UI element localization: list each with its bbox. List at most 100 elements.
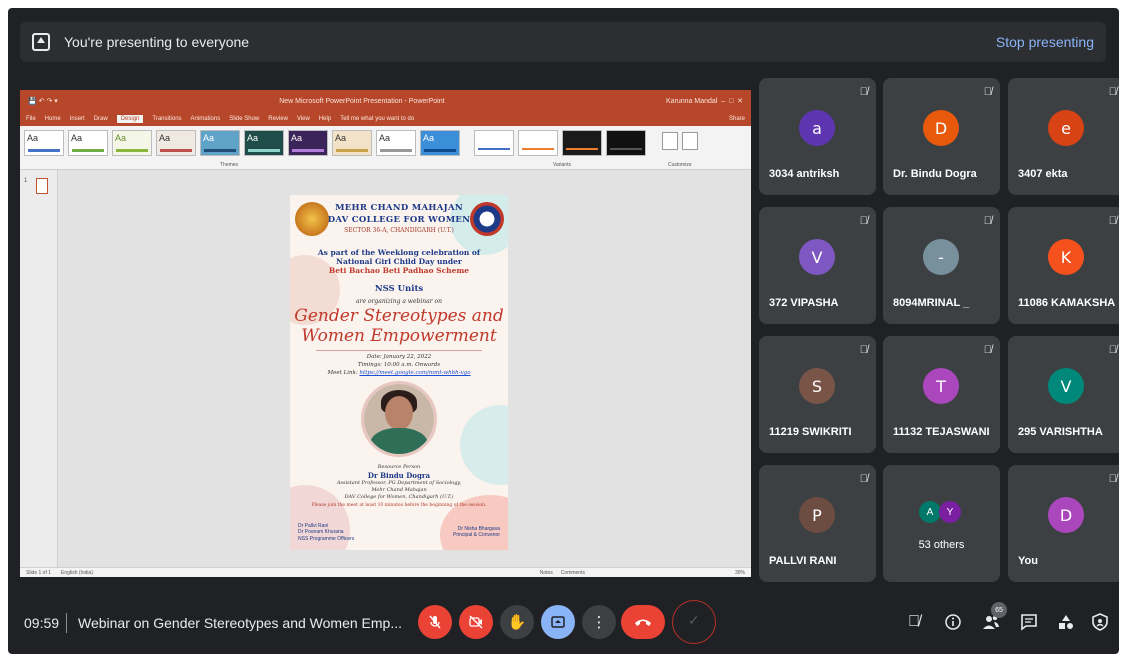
mic-off-icon: 🎙̸ — [859, 215, 868, 227]
poster-meet-link-row: Meet Link: https://meet.google.com/mmt-w… — [290, 370, 508, 376]
participant-name: Dr. Bindu Dogra — [893, 168, 977, 180]
more-options-button[interactable]: ⋮ — [582, 605, 616, 639]
comments-button[interactable]: Comments — [561, 570, 585, 576]
poster-college-line1: MEHR CHAND MAHAJAN — [335, 203, 463, 213]
poster-topic-line1: Gender Stereotypes and — [294, 306, 504, 326]
participant-tile[interactable]: 🎙̸ T 11132 TEJASWANI — [883, 336, 1000, 453]
chat-button[interactable] — [1016, 609, 1042, 635]
participant-tile[interactable]: 🎙̸ V 372 VIPASHA — [759, 207, 876, 324]
meeting-title: Webinar on Gender Stereotypes and Women … — [78, 615, 402, 631]
resource-person-photo — [361, 381, 437, 457]
meet-window: You're presenting to everyone Stop prese… — [8, 8, 1119, 654]
participant-tile[interactable]: 🎙̸ e 3407 ekta — [1008, 78, 1119, 195]
tab-animations[interactable]: Animations — [191, 116, 221, 122]
others-tile[interactable]: A Y 53 others — [883, 465, 1000, 582]
participant-tile[interactable]: 🎙̸ - 8094MRINAL _ — [883, 207, 1000, 324]
meeting-controls-bar: 09:59 Webinar on Gender Stereotypes and … — [8, 596, 1119, 654]
people-count-badge: 65 — [991, 602, 1007, 618]
separator — [66, 613, 67, 633]
share-button[interactable]: Share — [729, 116, 745, 122]
notes-button[interactable]: Notes — [540, 570, 553, 576]
slide-number: 1 — [24, 178, 28, 184]
ppt-quick-access[interactable]: 💾 ↶ ↷ ▾ — [28, 97, 58, 105]
topic-underline — [316, 350, 482, 351]
theme-option[interactable]: Aa — [156, 130, 196, 156]
variant-option[interactable] — [474, 130, 514, 156]
self-tile[interactable]: 🎙̸ D You — [1008, 465, 1119, 582]
poster-topic-line2: Women Empowerment — [301, 326, 497, 346]
mic-off-icon: 🎙̸ — [983, 215, 992, 227]
poster-organizing: are organizing a webinar on — [356, 298, 442, 305]
ppt-ribbon: Aa Aa Aa Aa Aa Aa Aa Aa Aa Aa Themes Var… — [20, 126, 751, 170]
tab-insert[interactable]: Insert — [70, 116, 85, 122]
chat-icon — [1021, 614, 1037, 631]
avatar: K — [1048, 239, 1084, 275]
participant-name: You — [1018, 555, 1038, 567]
ppt-window-controls[interactable]: – □ ✕ — [717, 97, 743, 105]
avatar: Y — [939, 501, 961, 523]
avatar: V — [799, 239, 835, 275]
tab-draw[interactable]: Draw — [94, 116, 108, 122]
participant-tile[interactable]: 🎙̸ S 11219 SWIKRITI — [759, 336, 876, 453]
participant-tile[interactable]: 🎙̸ D Dr. Bindu Dogra — [883, 78, 1000, 195]
tab-review[interactable]: Review — [268, 116, 288, 122]
slide-count: Slide 1 of 1 — [26, 569, 52, 576]
meeting-clock: 09:59 — [24, 615, 60, 631]
tab-design[interactable]: Design — [116, 115, 144, 123]
variant-option[interactable] — [606, 130, 646, 156]
slide-thumbnail[interactable] — [36, 178, 48, 194]
tab-view[interactable]: View — [297, 116, 310, 122]
participant-name: PALLVI RANI — [769, 555, 837, 567]
camera-toggle-button[interactable] — [459, 605, 493, 639]
mic-off-icon: 🎙̸ — [1108, 86, 1117, 98]
theme-option[interactable]: Aa — [420, 130, 460, 156]
tell-me-box[interactable]: Tell me what you want to do — [340, 116, 414, 122]
tab-transitions[interactable]: Transitions — [152, 116, 181, 122]
participant-name: 3407 ekta — [1018, 168, 1068, 180]
theme-option[interactable]: Aa — [288, 130, 328, 156]
avatar: D — [923, 110, 959, 146]
theme-option[interactable]: Aa — [68, 130, 108, 156]
mic-off-icon: 🎙̸ — [859, 86, 868, 98]
zoom-level[interactable]: 39% — [735, 570, 745, 576]
theme-option[interactable]: Aa — [24, 130, 64, 156]
avatar: S — [799, 368, 835, 404]
theme-option[interactable]: Aa — [332, 130, 372, 156]
theme-option[interactable]: Aa — [376, 130, 416, 156]
tab-home[interactable]: Home — [45, 116, 61, 122]
tab-help[interactable]: Help — [319, 116, 331, 122]
poster-resource-role2: Mehr Chand Mahajan — [371, 487, 427, 493]
mic-off-icon: 🎙̸ — [908, 613, 920, 630]
host-controls-button[interactable] — [1087, 609, 1113, 635]
meet-link[interactable]: https://meet.google.com/mmt-whbh-vgo — [359, 370, 470, 376]
meeting-details-button[interactable] — [940, 609, 966, 635]
ppt-editor: 1 MEHR CHAND MAHAJAN DAV COLLEGE FOR WOM… — [20, 170, 751, 568]
leave-call-button[interactable] — [621, 605, 665, 639]
tab-slide-show[interactable]: Slide Show — [229, 116, 259, 122]
theme-option[interactable]: Aa — [200, 130, 240, 156]
mic-toggle-button[interactable] — [418, 605, 452, 639]
theme-option[interactable]: Aa — [112, 130, 152, 156]
poster-left-signatories: Dr Pallvi Rani Dr Poonam Khurana NSS Pro… — [298, 523, 354, 542]
presenting-text: You're presenting to everyone — [64, 34, 250, 50]
participant-tile[interactable]: 🎙̸ P PALLVI RANI — [759, 465, 876, 582]
variant-option[interactable] — [518, 130, 558, 156]
participant-tile[interactable]: 🎙̸ V 295 VARISHTHA — [1008, 336, 1119, 453]
participant-name: 8094MRINAL _ — [893, 297, 970, 309]
tab-file[interactable]: File — [26, 116, 36, 122]
slide-size-button[interactable] — [662, 132, 678, 150]
mute-all-button[interactable]: 🎙̸ — [901, 609, 927, 635]
customize-group-label: Customize — [668, 162, 692, 168]
activities-button[interactable] — [1053, 609, 1079, 635]
present-button[interactable] — [541, 605, 575, 639]
format-background-button[interactable] — [682, 132, 698, 150]
raise-hand-button[interactable]: ✋ — [500, 605, 534, 639]
poster-intro-line3: Beti Bachao Beti Padhao Scheme — [328, 266, 470, 275]
participant-tile[interactable]: 🎙̸ K 11086 KAMAKSHA — [1008, 207, 1119, 324]
participant-tile[interactable]: 🎙̸ a 3034 antriksh — [759, 78, 876, 195]
more-icon: ⋮ — [591, 614, 607, 631]
stop-presenting-button[interactable]: Stop presenting — [996, 34, 1094, 50]
mic-off-icon: 🎙̸ — [1108, 215, 1117, 227]
theme-option[interactable]: Aa — [244, 130, 284, 156]
variant-option[interactable] — [562, 130, 602, 156]
